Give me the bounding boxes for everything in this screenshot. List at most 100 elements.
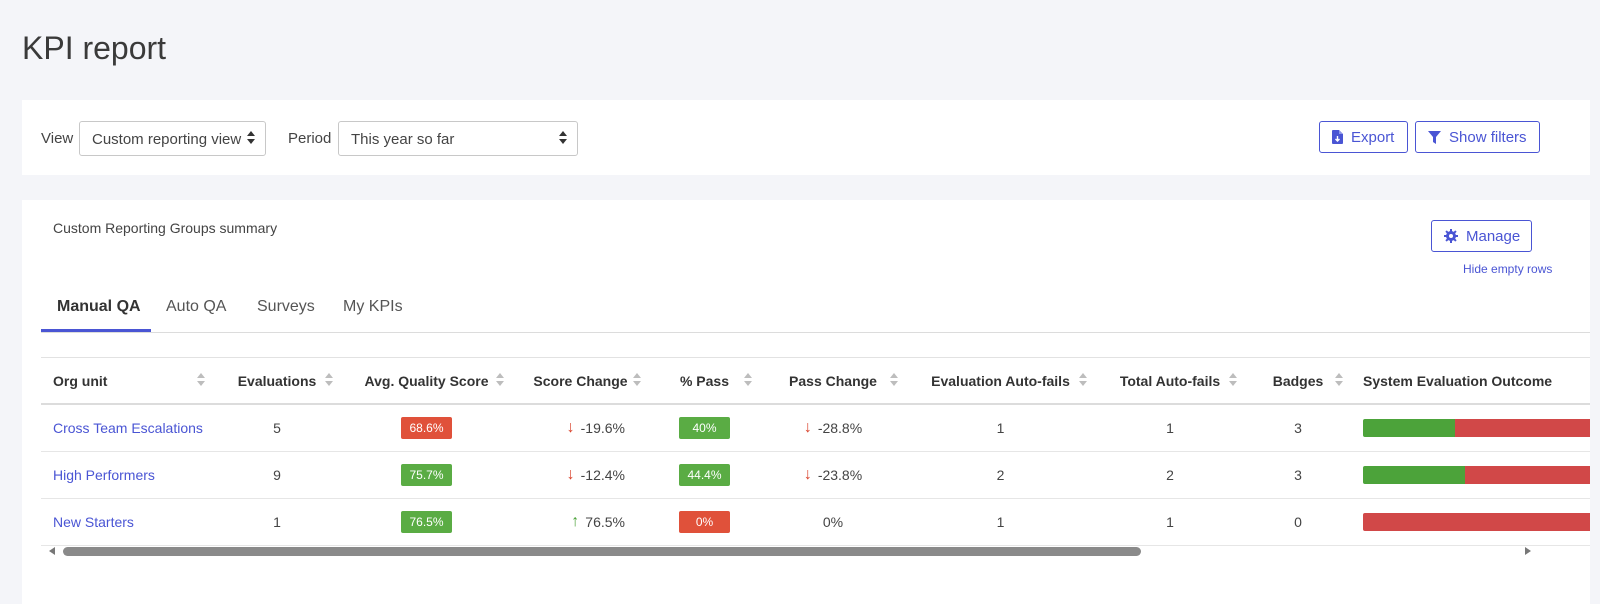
- column-header-org-unit[interactable]: Org unit: [41, 358, 213, 405]
- column-header-evaluation-auto-fails[interactable]: Evaluation Auto-fails: [906, 358, 1095, 405]
- pass-change-value: -23.8%: [817, 466, 863, 483]
- pass-change-value: 0%: [822, 513, 844, 530]
- column-header-pass-pct[interactable]: % Pass: [649, 358, 760, 405]
- score-change-cell: ↓ -19.6%: [512, 404, 649, 452]
- pass-change-cell: ↓ -28.8%: [760, 404, 906, 452]
- gear-icon: [1444, 229, 1458, 243]
- period-select-value: This year so far: [351, 131, 455, 148]
- score-change-cell: ↑ 76.5%: [512, 498, 649, 546]
- active-tab-indicator: [41, 329, 151, 332]
- outcome-bar-pass: [1363, 465, 1466, 484]
- outcome-bar: [1363, 465, 1590, 484]
- pass-change-cell: ↓ -23.8%: [760, 451, 906, 499]
- outcome-bar: [1363, 512, 1590, 531]
- outcome-bar-fail: [1455, 418, 1590, 437]
- export-button[interactable]: Export: [1319, 121, 1408, 153]
- total-auto-fails-cell: 1: [1095, 498, 1245, 546]
- summary-panel: Custom Reporting Groups summary Manage H…: [22, 200, 1590, 604]
- sort-icon: [325, 373, 333, 387]
- period-label: Period: [288, 130, 332, 147]
- org-unit-link[interactable]: Cross Team Escalations: [53, 420, 203, 436]
- pass-pct-badge: 0%: [679, 510, 730, 533]
- system-evaluation-outcome-cell: [1351, 404, 1590, 452]
- pass-pct-cell: 44.4%: [649, 451, 760, 499]
- score-change-value: -12.4%: [580, 466, 625, 483]
- hide-empty-rows-link[interactable]: Hide empty rows: [1463, 262, 1552, 276]
- column-header-avg-quality-score[interactable]: Avg. Quality Score: [341, 358, 512, 405]
- score-change-value: 76.5%: [585, 513, 625, 530]
- kpi-table-container: Org unit Evaluations Avg. Quality Score …: [41, 357, 1590, 547]
- badges-cell: 3: [1245, 451, 1351, 499]
- show-filters-button[interactable]: Show filters: [1415, 121, 1540, 153]
- tab-my-kpis[interactable]: My KPIs: [343, 298, 403, 316]
- evaluations-cell: 9: [213, 451, 341, 499]
- scroll-right-icon[interactable]: [1525, 547, 1531, 555]
- arrow-down-icon: ↓: [803, 465, 812, 483]
- pass-pct-badge: 44.4%: [679, 463, 730, 486]
- show-filters-label: Show filters: [1449, 128, 1527, 146]
- avg-quality-score-badge: 75.7%: [401, 463, 452, 486]
- funnel-icon: [1428, 130, 1441, 144]
- evaluation-auto-fails-cell: 1: [906, 498, 1095, 546]
- view-label: View: [41, 130, 74, 147]
- avg-quality-score-cell: 75.7%: [341, 451, 512, 499]
- view-select[interactable]: Custom reporting view: [79, 121, 266, 156]
- arrow-down-icon: ↓: [566, 418, 575, 436]
- select-caret-icon: [247, 131, 255, 147]
- arrow-down-icon: ↓: [803, 418, 812, 436]
- evaluations-cell: 5: [213, 404, 341, 452]
- avg-quality-score-cell: 68.6%: [341, 404, 512, 452]
- avg-quality-score-cell: 76.5%: [341, 498, 512, 546]
- badges-cell: 3: [1245, 404, 1351, 452]
- select-caret-icon: [559, 131, 567, 147]
- tab-surveys[interactable]: Surveys: [257, 298, 315, 316]
- arrow-up-icon: ↑: [571, 512, 580, 530]
- org-unit-link[interactable]: High Performers: [53, 467, 155, 483]
- evaluation-auto-fails-cell: 2: [906, 451, 1095, 499]
- column-header-system-evaluation-outcome[interactable]: System Evaluation Outcome: [1351, 358, 1590, 405]
- period-select[interactable]: This year so far: [338, 121, 578, 156]
- evaluation-auto-fails-cell: 1: [906, 404, 1095, 452]
- arrow-down-icon: ↓: [566, 465, 575, 483]
- org-unit-cell: Cross Team Escalations: [41, 404, 213, 452]
- evaluations-cell: 1: [213, 498, 341, 546]
- tab-auto-qa[interactable]: Auto QA: [166, 298, 226, 316]
- pass-pct-badge: 40%: [679, 416, 730, 439]
- sort-icon: [1229, 373, 1237, 387]
- manage-button[interactable]: Manage: [1431, 220, 1532, 252]
- column-header-evaluations[interactable]: Evaluations: [213, 358, 341, 405]
- page-title: KPI report: [22, 30, 167, 66]
- org-unit-link[interactable]: New Starters: [53, 514, 134, 530]
- outcome-bar-fail: [1363, 512, 1590, 531]
- table-header-row: Org unit Evaluations Avg. Quality Score …: [41, 358, 1590, 405]
- scroll-left-icon[interactable]: [49, 547, 55, 555]
- sort-icon: [1335, 373, 1343, 387]
- scrollbar-thumb[interactable]: [63, 547, 1141, 556]
- score-change-cell: ↓ -12.4%: [512, 451, 649, 499]
- kpi-table: Org unit Evaluations Avg. Quality Score …: [41, 358, 1590, 546]
- outcome-bar-fail: [1465, 465, 1590, 484]
- horizontal-scrollbar[interactable]: [41, 543, 1537, 559]
- sort-icon: [1079, 373, 1087, 387]
- file-export-icon: [1332, 130, 1343, 144]
- table-row: High Performers 9 75.7% ↓ -12.4% 44.4% ↓ -…: [41, 451, 1590, 499]
- sort-icon: [744, 373, 752, 387]
- total-auto-fails-cell: 2: [1095, 451, 1245, 499]
- export-label: Export: [1351, 128, 1395, 146]
- system-evaluation-outcome-cell: [1351, 451, 1590, 499]
- org-unit-cell: New Starters: [41, 498, 213, 546]
- column-header-total-auto-fails[interactable]: Total Auto-fails: [1095, 358, 1245, 405]
- table-row: New Starters 1 76.5% ↑ 76.5% 0% 0% 1 1 0: [41, 498, 1590, 546]
- view-select-value: Custom reporting view: [92, 131, 242, 148]
- tab-manual-qa[interactable]: Manual QA: [57, 298, 141, 316]
- avg-quality-score-badge: 68.6%: [401, 416, 452, 439]
- column-header-badges[interactable]: Badges: [1245, 358, 1351, 405]
- pass-pct-cell: 40%: [649, 404, 760, 452]
- column-header-score-change[interactable]: Score Change: [512, 358, 649, 405]
- pass-pct-cell: 0%: [649, 498, 760, 546]
- sort-icon: [890, 373, 898, 387]
- filter-panel: View Custom reporting view Period This y…: [22, 100, 1590, 175]
- summary-title: Custom Reporting Groups summary: [53, 220, 278, 236]
- table-row: Cross Team Escalations 5 68.6% ↓ -19.6% 4…: [41, 404, 1590, 452]
- column-header-pass-change[interactable]: Pass Change: [760, 358, 906, 405]
